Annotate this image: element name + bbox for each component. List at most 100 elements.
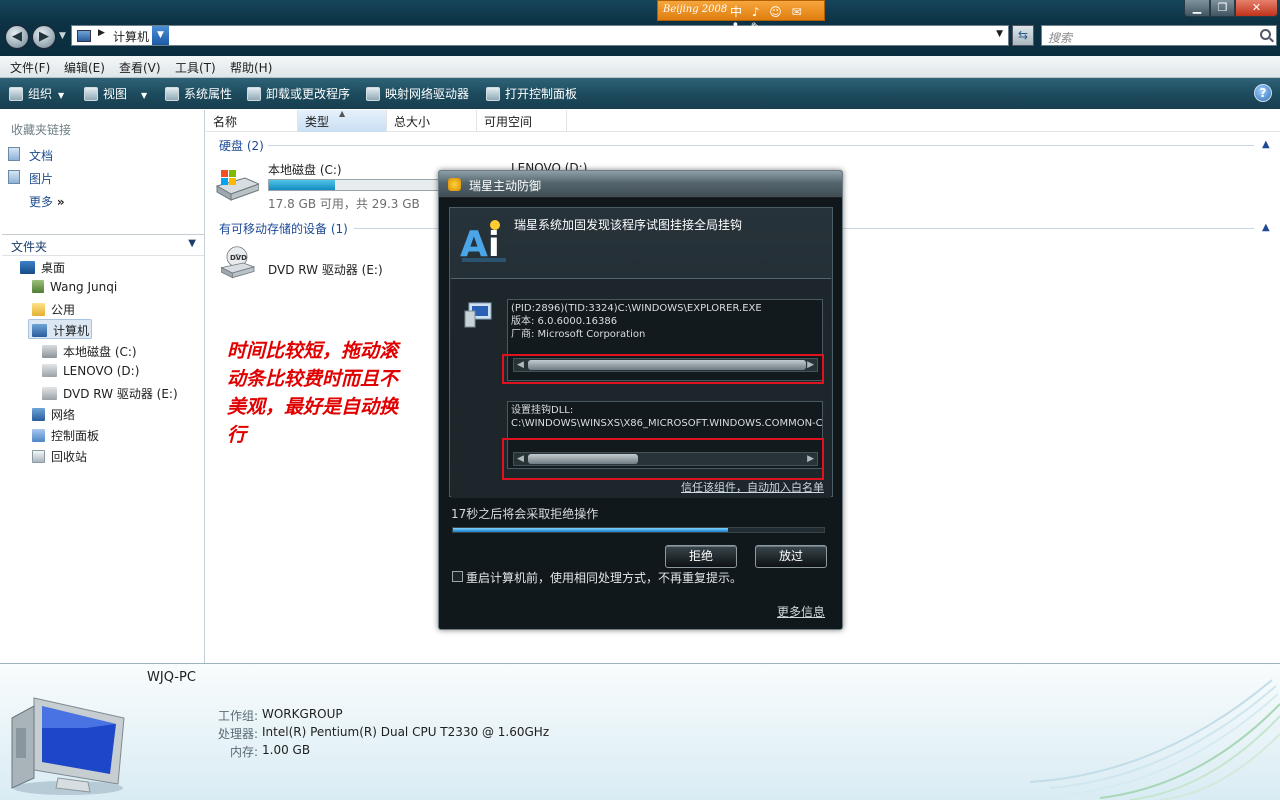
menu-bar: 文件(F) 编辑(E) 查看(V) 工具(T) 帮助(H) (0, 56, 1280, 78)
search-input[interactable]: 搜索 (1041, 25, 1277, 46)
group-removable-storage[interactable]: 有可移动存储的设备 (1) (219, 220, 348, 237)
drive-c-usage-bar (268, 179, 440, 191)
back-button[interactable]: ◀ (5, 25, 29, 49)
help-icon[interactable]: ? (1254, 84, 1272, 102)
column-free-space[interactable]: 可用空间 (477, 110, 567, 132)
reject-button[interactable]: 拒绝 (665, 545, 737, 568)
drive-c-name[interactable]: 本地磁盘 (C:) (268, 161, 342, 178)
menu-view[interactable]: 查看(V) (119, 59, 161, 76)
tree-label: 桌面 (41, 261, 66, 275)
countdown-progress-fill (453, 528, 728, 532)
tree-item-drive-d[interactable]: LENOVO (D:) (42, 364, 139, 378)
olympic-logo-text: Beijing 2008 (663, 4, 728, 15)
menu-file[interactable]: 文件(F) (10, 59, 50, 76)
trust-component-link[interactable]: 信任该组件，自动加入白名单 (681, 479, 824, 495)
minimize-button[interactable]: ▁ (1184, 0, 1210, 17)
tree-item-user[interactable]: Wang Junqi (32, 280, 117, 294)
remember-choice-label[interactable]: 重启计算机前，使用相同处理方式，不再重复提示。 (466, 569, 742, 586)
uninstall-icon (247, 87, 261, 101)
tree-item-desktop[interactable]: 桌面 (20, 259, 65, 276)
menu-help[interactable]: 帮助(H) (230, 59, 272, 76)
favorite-pictures[interactable]: 图片 (29, 170, 53, 187)
tree-label: 网络 (51, 408, 76, 422)
more-info-link[interactable]: 更多信息 (777, 603, 825, 620)
address-bar[interactable]: ▶ 计算机 ▼ ▼ (71, 25, 1009, 46)
processor-label: 处理器: (217, 727, 258, 741)
group-divider (268, 145, 1254, 146)
favorite-more[interactable]: 更多 » (29, 193, 65, 210)
computer-icon (77, 30, 91, 42)
recycle-bin-icon (32, 450, 45, 463)
tree-item-drive-c[interactable]: 本地磁盘 (C:) (42, 343, 137, 360)
address-history-dropdown[interactable]: ▼ (996, 29, 1003, 39)
active-defense-icon: A i (460, 220, 506, 265)
rising-lion-icon (448, 178, 461, 191)
maximize-button[interactable]: ❐ (1210, 0, 1235, 17)
collapse-group-icon[interactable]: ▲ (1262, 222, 1270, 233)
chevron-down-icon: ▼ (188, 238, 196, 249)
navigation-pane: 收藏夹链接 文档 图片 更多 » 文件夹 ▼ 桌面 Wang Junqi 公用 … (2, 110, 205, 663)
views-button[interactable]: 视图 ▼ (84, 85, 147, 102)
group-hard-disks[interactable]: 硬盘 (2) (219, 137, 264, 154)
favorite-documents[interactable]: 文档 (29, 147, 53, 164)
menu-tools[interactable]: 工具(T) (175, 59, 216, 76)
olympic-toolbar[interactable]: Beijing 2008 中 ♪ ☺ ✉ ♣ ✎ (657, 0, 825, 34)
views-label: 视图 (103, 87, 128, 101)
column-name[interactable]: 名称 (206, 110, 298, 132)
remember-choice-checkbox[interactable] (452, 571, 463, 582)
back-arrow-icon: ◀ (12, 29, 22, 44)
map-drive-label: 映射网络驱动器 (385, 87, 470, 101)
tree-item-drive-e[interactable]: DVD RW 驱动器 (E:) (42, 385, 178, 402)
tree-item-recycle-bin[interactable]: 回收站 (32, 448, 87, 465)
menu-edit[interactable]: 编辑(E) (64, 59, 105, 76)
breadcrumb-separator-icon[interactable]: ▶ (98, 28, 105, 38)
workgroup-label: 工作组: (217, 709, 258, 723)
vendor-line: 厂商: Microsoft Corporation (511, 329, 646, 340)
drive-c-usage-fill (269, 180, 336, 190)
svg-text:DVD: DVD (230, 254, 247, 262)
breadcrumb-computer[interactable]: 计算机 (113, 28, 149, 45)
dll-label: 设置挂钩DLL: (511, 405, 574, 416)
tree-item-public[interactable]: 公用 (32, 301, 75, 318)
system-properties-button[interactable]: 系统属性 (165, 85, 232, 102)
process-line: (PID:2896)(TID:3324)C:\WINDOWS\EXPLORER.… (511, 303, 762, 314)
organize-button[interactable]: 组织 ▼ (9, 85, 64, 102)
pictures-icon (8, 170, 20, 184)
computer-name: WJQ-PC (147, 670, 196, 685)
network-drive-icon (366, 87, 380, 101)
uninstall-program-button[interactable]: 卸载或更改程序 (247, 85, 350, 102)
dialog-title-bar[interactable]: 瑞星主动防御 (439, 171, 842, 198)
column-total-size[interactable]: 总大小 (387, 110, 477, 132)
title-bar: ◀ ▶ ▼ ▶ 计算机 ▼ ▼ ⇆ 搜索 Beijing 2008 中 ♪ ☺ … (0, 0, 1280, 56)
map-network-drive-button[interactable]: 映射网络驱动器 (366, 85, 469, 102)
allow-button[interactable]: 放过 (755, 545, 827, 568)
recent-pages-dropdown[interactable]: ▼ (59, 31, 66, 41)
dvd-drive-icon: DVD (220, 246, 256, 279)
tree-item-network[interactable]: 网络 (32, 406, 75, 423)
olympic-toolbar-icons[interactable]: 中 ♪ ☺ ✉ ♣ ✎ (730, 3, 824, 34)
annotation-highlight-box (502, 354, 824, 384)
open-control-panel-button[interactable]: 打开控制面板 (486, 85, 577, 102)
tree-item-control-panel[interactable]: 控制面板 (32, 427, 99, 444)
organize-icon (9, 87, 23, 101)
collapse-group-icon[interactable]: ▲ (1262, 139, 1270, 150)
tree-item-computer[interactable]: 计算机 (32, 322, 89, 339)
drive-e-name[interactable]: DVD RW 驱动器 (E:) (268, 261, 383, 278)
tree-label: 计算机 (53, 324, 90, 338)
command-bar: 组织 ▼ 视图 ▼ 系统属性 卸载或更改程序 映射网络驱动器 打开控制面板 (0, 78, 1280, 109)
breadcrumb-dropdown[interactable]: ▼ (152, 26, 169, 45)
refresh-button[interactable]: ⇆ (1012, 25, 1034, 46)
sort-ascending-icon: ▲ (339, 109, 346, 118)
countdown-text: 17秒之后将会采取拒绝操作 (451, 507, 599, 521)
folders-header[interactable]: 文件夹 ▼ (2, 234, 204, 256)
refresh-icon: ⇆ (1017, 28, 1029, 42)
close-button[interactable]: ✕ (1235, 0, 1278, 17)
search-icon[interactable] (1260, 29, 1271, 40)
dialog-body: A i 瑞星系统加固发现该程序试图挂接全局挂钩 (PID:2896)(TID:3… (449, 207, 833, 498)
views-icon (84, 87, 98, 101)
decorative-swoosh (1029, 679, 1280, 800)
forward-button[interactable]: ▶ (32, 25, 56, 49)
system-properties-label: 系统属性 (184, 87, 233, 101)
hard-drive-c-icon (215, 170, 259, 201)
minimize-icon: ▁ (1192, 1, 1202, 14)
